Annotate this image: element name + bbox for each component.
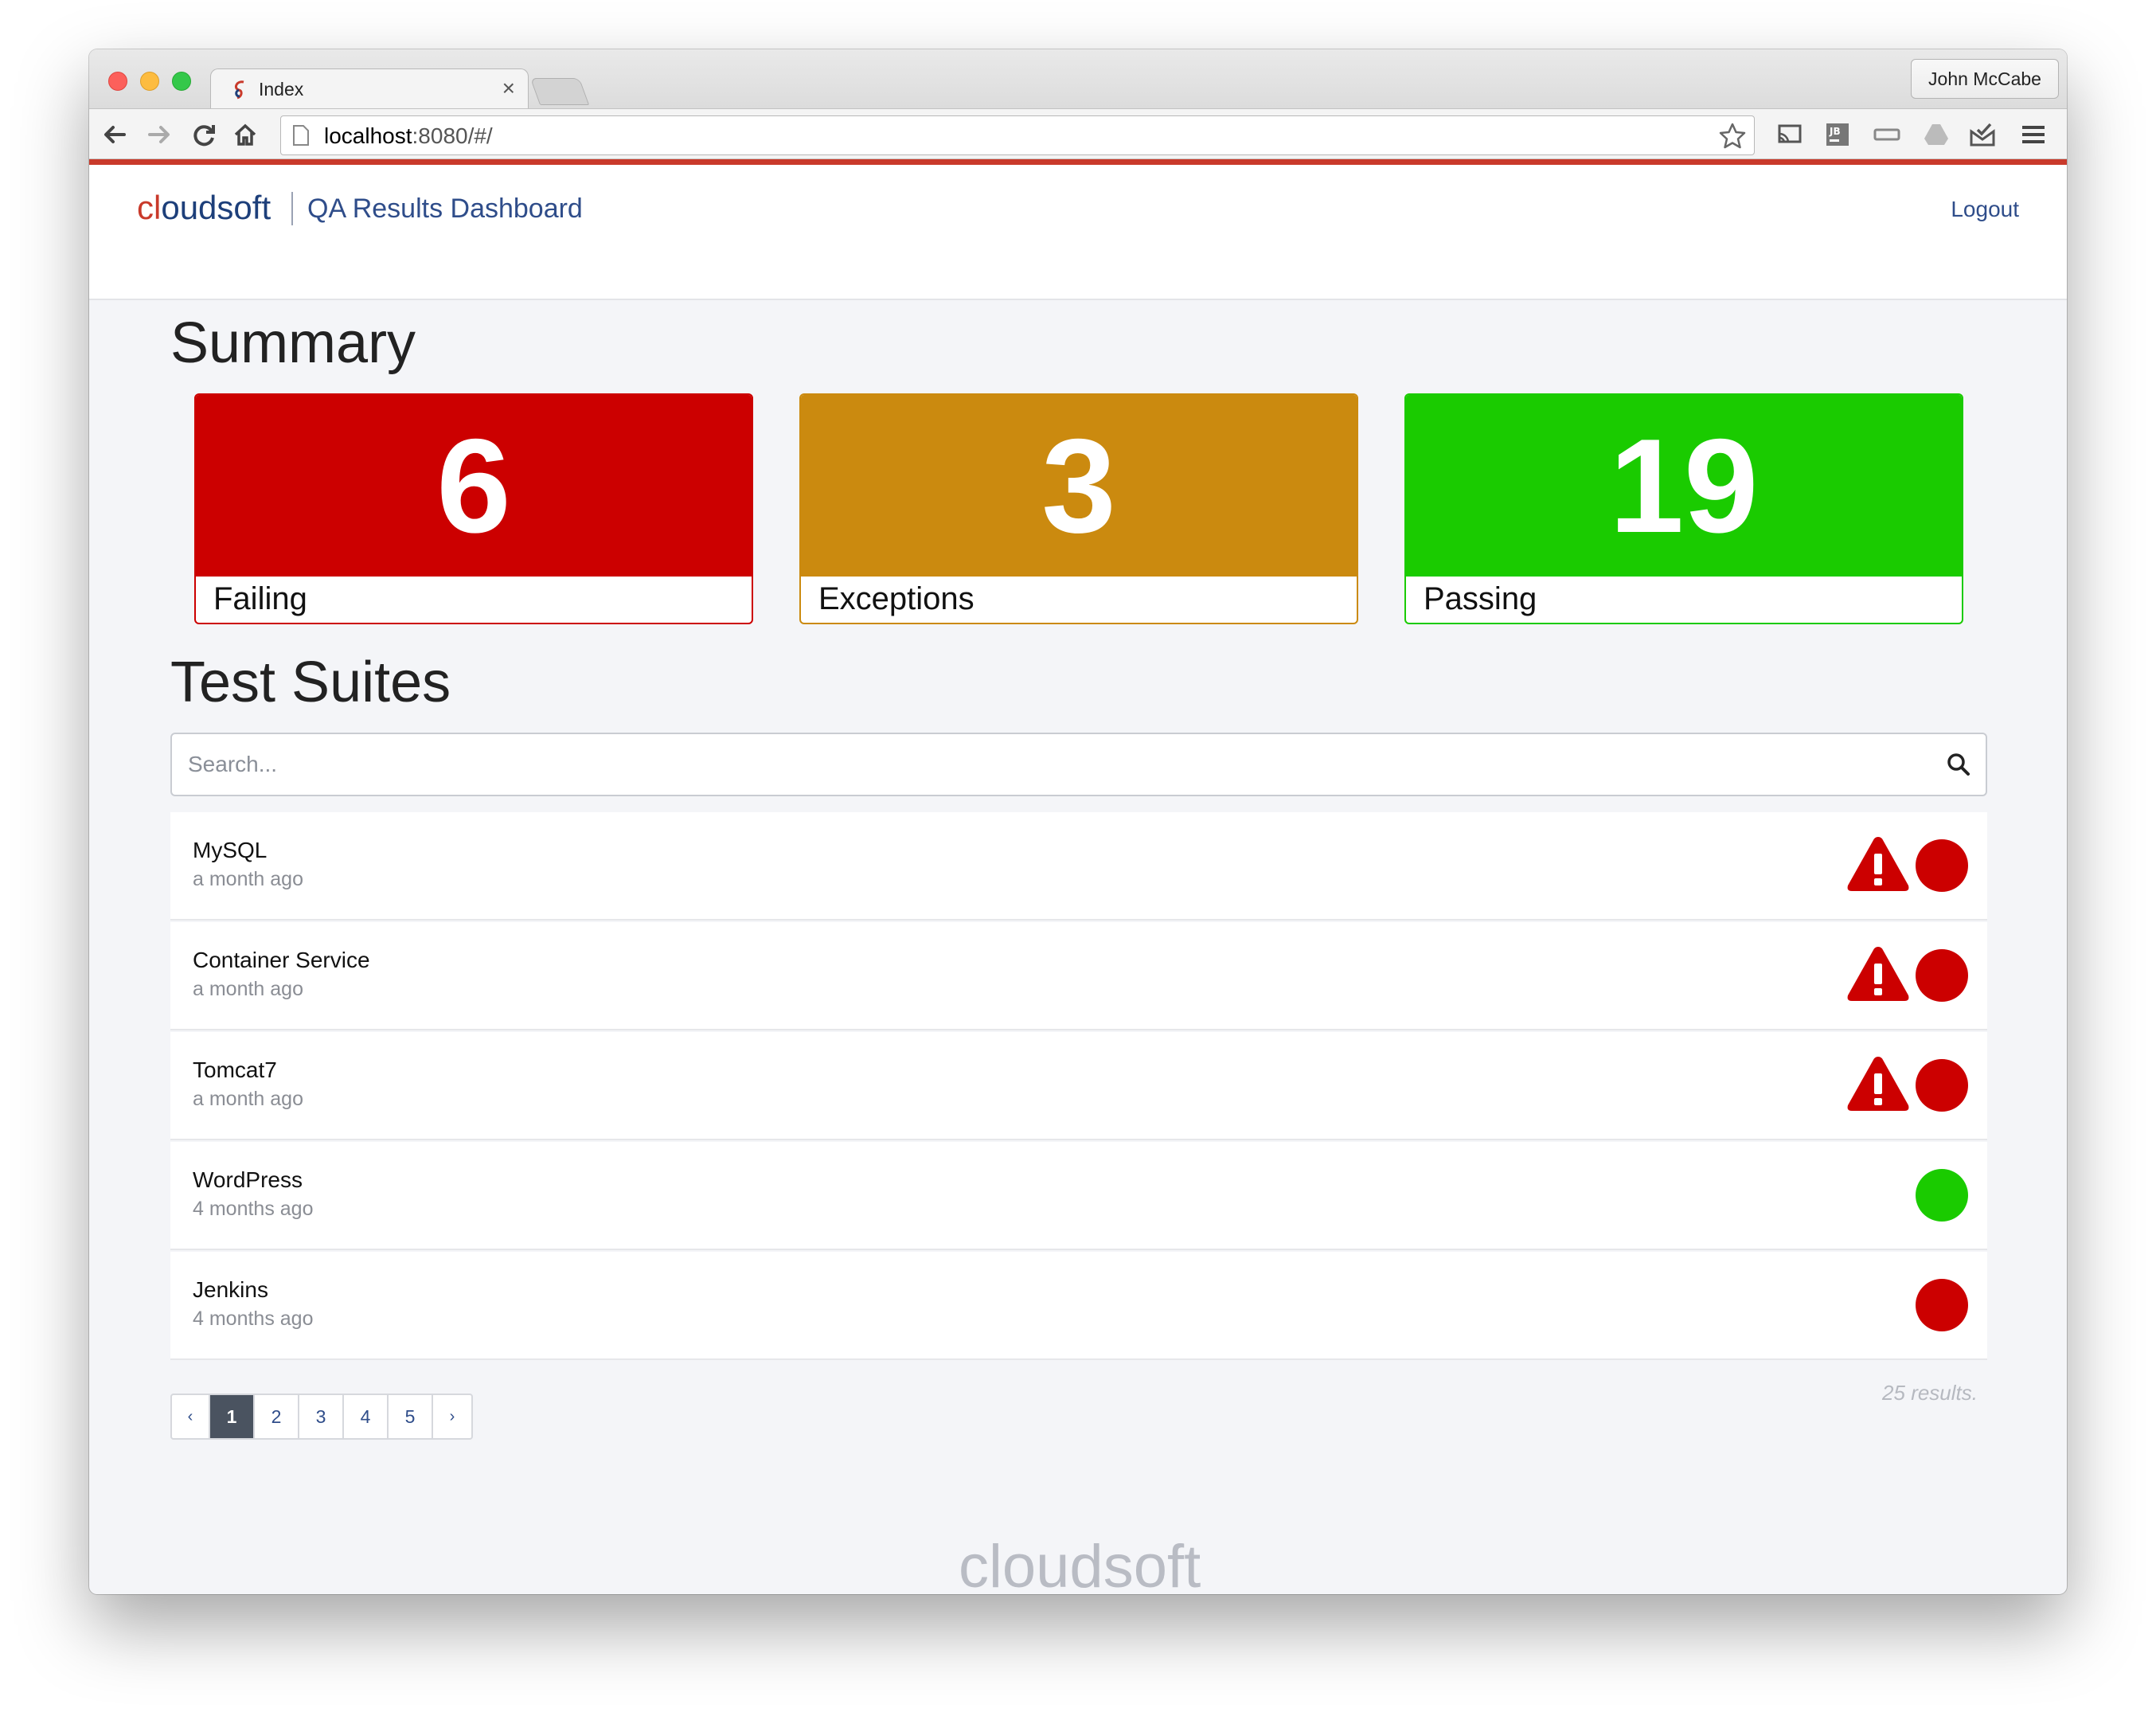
card-extension-icon[interactable] [1873,120,1901,149]
warning-triangle-icon [1847,947,1909,1001]
cloudsoft-logo[interactable]: cloudsoft [137,189,271,227]
address-bar[interactable]: localhost:8080/#/ [280,115,1755,155]
suite-name: Container Service [193,948,370,972]
prev-page-button[interactable]: ‹ [172,1395,210,1438]
page-2-button[interactable]: 2 [255,1395,299,1438]
svg-text:JB: JB [1829,126,1841,137]
profile-button[interactable]: John McCabe [1911,59,2059,99]
browser-titlebar: Index × John McCabe [89,49,2067,110]
warning-triangle-icon [1847,837,1909,891]
failing-status-dot [1916,1279,1968,1331]
page-4-button[interactable]: 4 [344,1395,389,1438]
suite-time: a month ago [193,978,303,1000]
suite-row-mysql[interactable]: MySQL a month ago [170,812,1987,921]
logo-text-part2: oudsoft [161,189,271,226]
home-icon[interactable] [231,120,260,149]
drive-extension-icon[interactable] [1922,120,1951,149]
jetbrains-extension-icon[interactable]: JB [1823,120,1852,149]
exceptions-summary-card[interactable]: 3 Exceptions [799,393,1358,624]
suite-name: Tomcat7 [193,1057,277,1082]
app-title[interactable]: QA Results Dashboard [307,194,583,225]
results-count: 25 results. [1882,1381,1978,1405]
suite-row-tomcat7[interactable]: Tomcat7 a month ago [170,1032,1987,1140]
app-header: cloudsoft QA Results Dashboard Logout [89,165,2067,300]
tab-index[interactable]: Index × [210,68,529,110]
exceptions-label: Exceptions [818,581,974,616]
page-1-button[interactable]: 1 [210,1395,255,1438]
warning-triangle-icon [1847,1057,1909,1111]
search-input[interactable] [188,749,1900,780]
failing-label: Failing [213,581,307,616]
failing-summary-card[interactable]: 6 Failing [194,393,753,624]
cloudsoft-favicon-icon [234,80,244,100]
close-tab-icon[interactable]: × [502,76,515,101]
browser-window: Index × John McCabe localhost:8080/#/ JB… [89,49,2067,1594]
url-text: localhost:8080/#/ [324,123,493,149]
passing-label: Passing [1424,581,1537,616]
logo-divider [291,192,293,225]
failing-status-dot [1916,1059,1968,1112]
search-icon[interactable] [1944,750,1973,779]
passing-status-dot [1916,1169,1968,1222]
suite-time: a month ago [193,868,303,890]
exceptions-count: 3 [1041,411,1116,561]
failing-status-dot [1916,839,1968,892]
failing-count: 6 [436,411,511,561]
logo-text-part1: cl [137,189,162,226]
suite-name: MySQL [193,838,268,862]
accent-bar [89,159,2067,165]
suite-row-jenkins[interactable]: Jenkins 4 months ago [170,1252,1987,1360]
new-tab-button[interactable] [529,78,590,105]
suite-time: a month ago [193,1088,303,1110]
next-page-button[interactable]: › [433,1395,471,1438]
page-3-button[interactable]: 3 [299,1395,344,1438]
passing-summary-card[interactable]: 19 Passing [1404,393,1963,624]
minimize-window-button[interactable] [140,72,159,91]
summary-heading: Summary [170,311,416,375]
back-arrow-icon[interactable] [100,120,129,149]
logout-link[interactable]: Logout [1951,197,2019,222]
reload-icon[interactable] [189,120,218,149]
suite-row-container-service[interactable]: Container Service a month ago [170,922,1987,1030]
page-icon [293,125,309,146]
suite-time: 4 months ago [193,1308,314,1330]
page-5-button[interactable]: 5 [389,1395,433,1438]
menu-hamburger-icon[interactable] [2019,120,2048,149]
suite-name: WordPress [193,1167,303,1192]
search-box [170,733,1987,796]
maximize-window-button[interactable] [172,72,191,91]
url-host: localhost [324,123,412,148]
mail-check-extension-icon[interactable] [1968,120,1997,149]
forward-arrow-icon[interactable] [145,120,174,149]
browser-toolbar: localhost:8080/#/ JB [89,108,2067,159]
bookmark-star-icon[interactable] [1717,121,1748,151]
suite-name: Jenkins [193,1277,268,1302]
footer-cloudsoft-logo: cloudsoft [959,1533,1201,1594]
passing-count: 19 [1609,411,1759,561]
suite-list: MySQL a month ago Container Service a mo… [170,812,1987,1360]
close-window-button[interactable] [108,72,127,91]
suite-row-wordpress[interactable]: WordPress 4 months ago [170,1142,1987,1250]
failing-status-dot [1916,949,1968,1002]
pagination: ‹ 1 2 3 4 5 › [170,1394,473,1440]
cast-icon[interactable] [1775,120,1804,149]
test-suites-heading: Test Suites [170,651,451,714]
tab-title: Index [259,79,304,100]
suite-time: 4 months ago [193,1198,314,1220]
url-path: :8080/#/ [412,123,493,148]
